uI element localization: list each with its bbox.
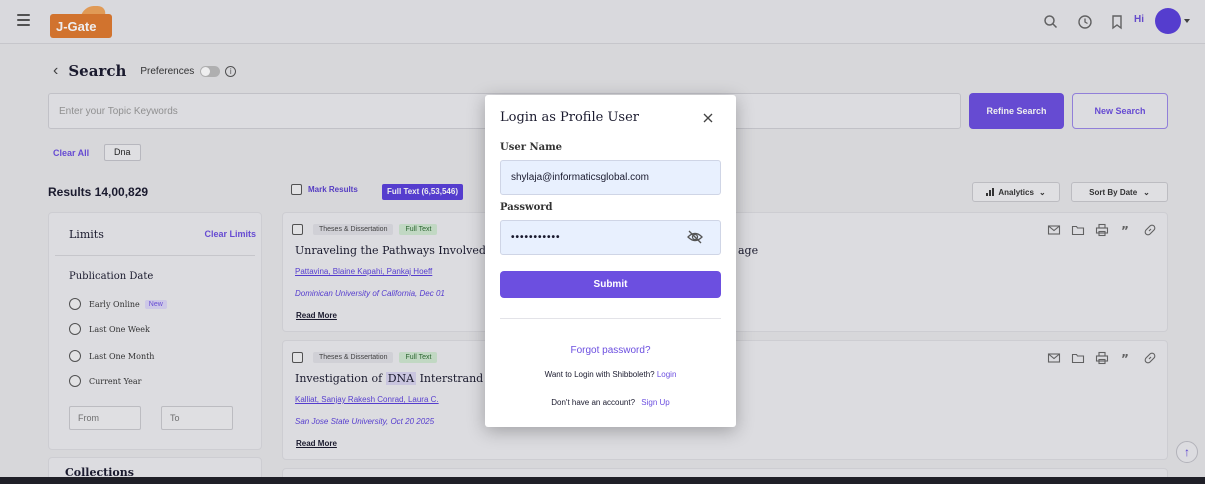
close-icon[interactable]	[701, 111, 715, 125]
shibboleth-login-link[interactable]: Login	[657, 370, 677, 379]
password-label: Password	[500, 202, 553, 213]
shibboleth-text: Want to Login with Shibboleth?	[544, 370, 655, 379]
username-input[interactable]	[500, 160, 721, 195]
username-label: User Name	[500, 142, 563, 153]
modal-title: Login as Profile User	[500, 110, 639, 125]
signup-row: Don't have an account? Sign Up	[485, 398, 736, 407]
eye-slash-icon[interactable]	[685, 229, 705, 245]
sign-up-link[interactable]: Sign Up	[641, 398, 669, 407]
submit-button[interactable]: Submit	[500, 271, 721, 298]
divider	[500, 318, 721, 319]
forgot-password-link[interactable]: Forgot password?	[485, 345, 736, 356]
shibboleth-login-row: Want to Login with Shibboleth? Login	[485, 370, 736, 379]
login-modal: Login as Profile User User Name Password…	[485, 95, 736, 427]
signup-text: Don't have an account?	[551, 398, 636, 407]
